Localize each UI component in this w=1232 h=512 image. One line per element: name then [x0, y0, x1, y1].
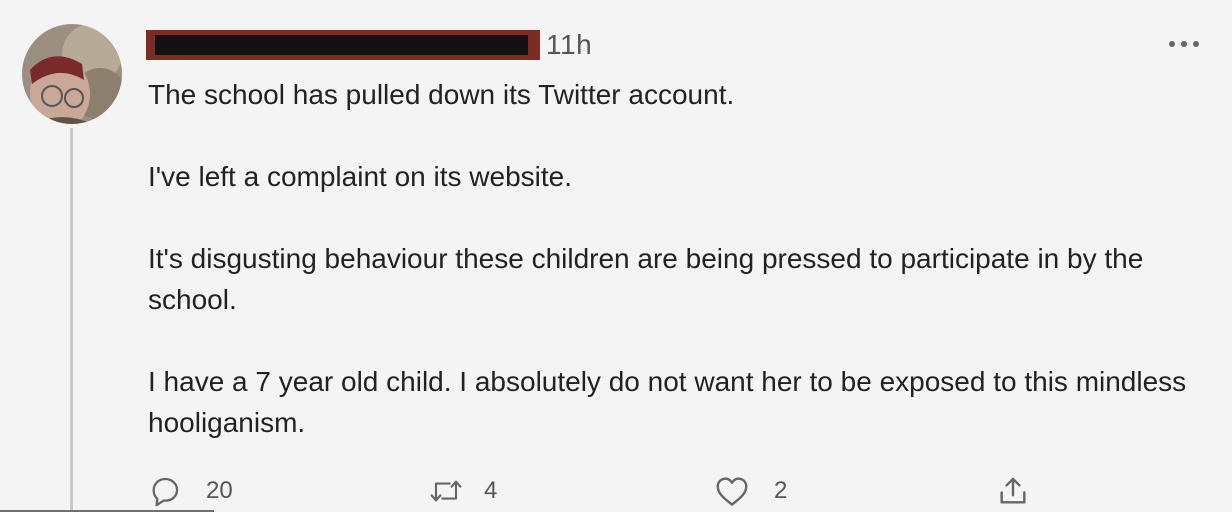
tweet-actions: 20 4 2: [148, 470, 1048, 512]
more-horizontal-icon: [1169, 41, 1199, 47]
tweet-paragraph: The school has pulled down its Twitter a…: [148, 79, 735, 110]
tweet-paragraph: I've left a complaint on its website.: [148, 161, 572, 192]
retweet-count: 4: [484, 477, 498, 504]
share-button[interactable]: [996, 470, 1030, 512]
share-upload-icon: [1000, 477, 1026, 504]
retweet-button[interactable]: 4: [428, 470, 497, 512]
reply-bubble-icon: [152, 477, 179, 507]
thread-connector-line: [70, 128, 73, 512]
more-options-button[interactable]: [1164, 28, 1204, 60]
like-button[interactable]: 2: [714, 470, 787, 512]
timestamp[interactable]: 11h: [546, 29, 592, 61]
tweet-text: The school has pulled down its Twitter a…: [148, 74, 1208, 443]
tweet-header: 11h: [146, 29, 592, 61]
like-count: 2: [774, 477, 788, 504]
redacted-username: [146, 30, 540, 60]
tweet-paragraph: It's disgusting behaviour these children…: [148, 243, 1144, 315]
retweet-icon: [430, 480, 462, 502]
reply-count: 20: [206, 477, 233, 504]
tweet-paragraph: I have a 7 year old child. I absolutely …: [148, 366, 1187, 438]
heart-icon: [716, 477, 748, 506]
avatar-image: [22, 24, 122, 124]
avatar[interactable]: [22, 24, 122, 124]
reply-button[interactable]: 20: [148, 470, 233, 512]
